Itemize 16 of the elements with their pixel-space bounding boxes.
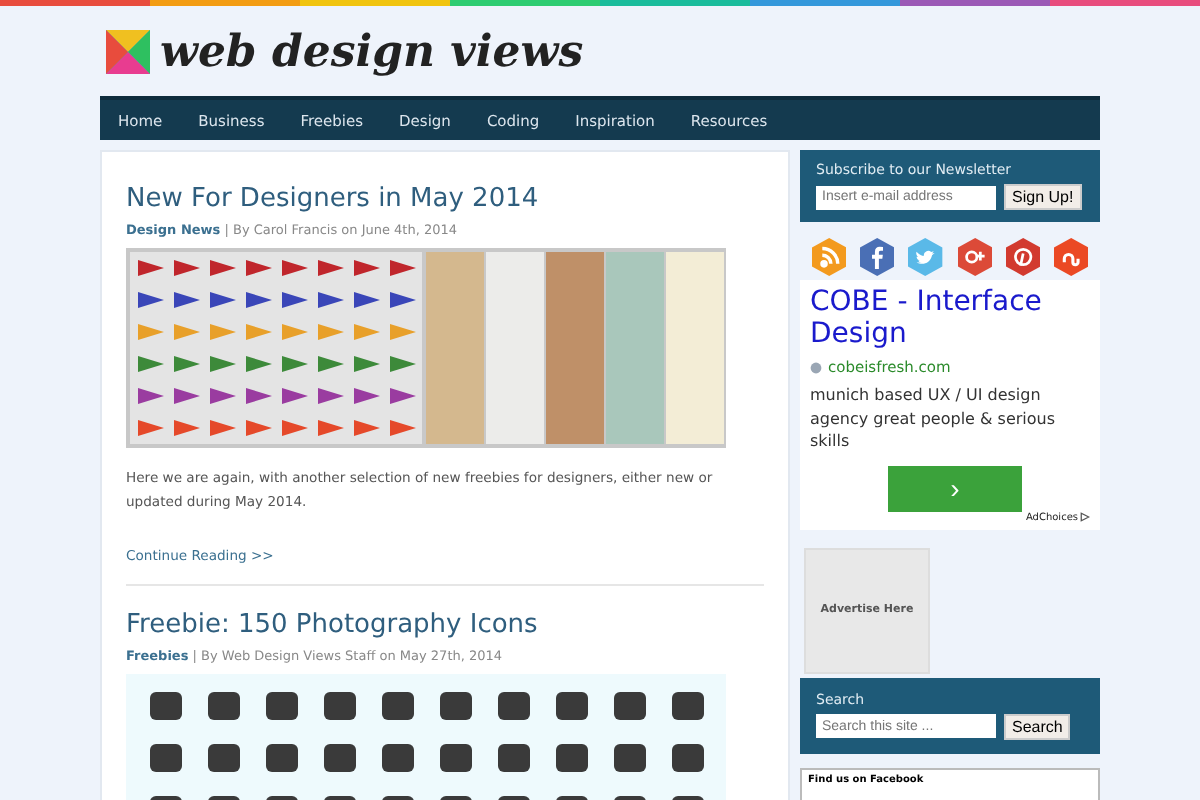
rss-icon[interactable] (812, 238, 847, 276)
google-plus-icon[interactable] (957, 238, 992, 276)
ad-text: munich based UX / UI design agency great people & serious skills (810, 384, 1058, 453)
facebook-icon[interactable] (860, 238, 895, 276)
post-title[interactable]: Freebie: 150 Photography Icons (126, 610, 764, 640)
adchoices-icon[interactable] (1080, 512, 1090, 522)
globe-icon (810, 361, 822, 373)
ad-title[interactable]: COBE - Interface Design (810, 286, 1090, 350)
search-button[interactable]: Search (1004, 713, 1071, 739)
logo-icon (106, 29, 150, 73)
sign-up-button[interactable]: Sign Up! (1004, 184, 1082, 210)
logo-text: web design views (160, 25, 584, 77)
post-title[interactable]: New For Designers in May 2014 (126, 184, 764, 214)
stumbleupon-icon[interactable] (1053, 238, 1089, 276)
pinterest-icon[interactable] (1005, 238, 1040, 276)
twitter-icon[interactable] (908, 238, 944, 276)
